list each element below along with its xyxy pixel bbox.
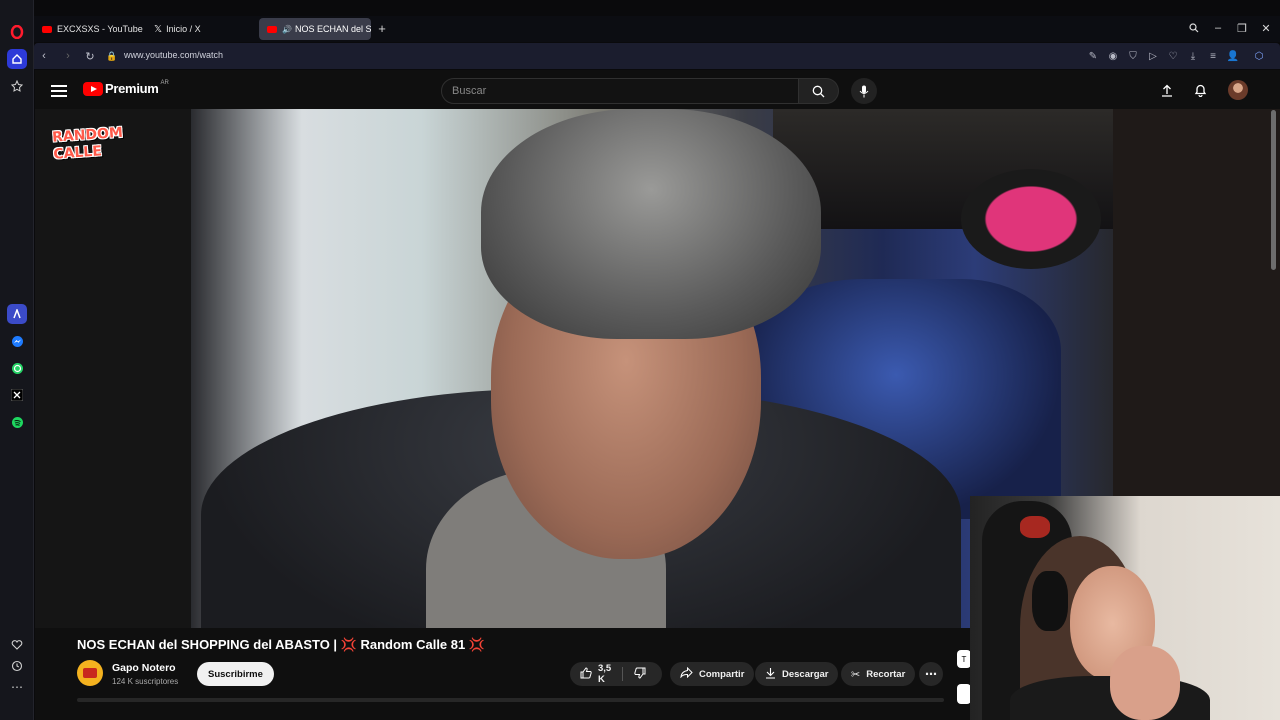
- messenger-icon[interactable]: [7, 331, 27, 351]
- user-avatar[interactable]: [1228, 80, 1248, 100]
- youtube-premium-logo[interactable]: Premium AR: [83, 79, 169, 96]
- search-input[interactable]: Buscar: [441, 78, 799, 104]
- restore-icon[interactable]: ❐: [1234, 20, 1250, 36]
- download-icon[interactable]: ⤓: [1186, 49, 1200, 63]
- share-label: Compartir: [699, 668, 745, 680]
- new-tab-plus-icon[interactable]: +: [374, 20, 390, 36]
- whatsapp-icon[interactable]: [7, 358, 27, 378]
- tab-active-video[interactable]: 🔊 NOS ECHAN del SHOP: [259, 18, 371, 40]
- scissors-icon: ✂: [851, 668, 861, 681]
- download-label: Descargar: [782, 668, 829, 680]
- subscriber-count: 124 K suscriptores: [112, 677, 179, 686]
- menu-list-icon[interactable]: ≡: [1206, 49, 1220, 63]
- channel-name[interactable]: Gapo Notero: [112, 662, 176, 674]
- video-pink-spool: [961, 169, 1101, 269]
- player-icon[interactable]: ▷: [1146, 49, 1160, 63]
- speaker-icon[interactable]: 🔊: [282, 25, 292, 34]
- tab-youtube[interactable]: EXCXSXS - YouTube: [34, 18, 144, 40]
- forward-icon[interactable]: ›: [60, 48, 76, 64]
- close-icon[interactable]: ✕: [1258, 20, 1274, 36]
- tab-bar: EXCXSXS - YouTube 𝕏 Inicio / X 🔊 NOS ECH…: [34, 16, 1280, 42]
- more-actions-button[interactable]: ⋯: [919, 662, 943, 686]
- page-scrollbar[interactable]: [1271, 110, 1276, 270]
- download-arrow-icon: [765, 667, 776, 682]
- share-button[interactable]: Compartir: [670, 662, 755, 686]
- tab-label: Inicio / X: [166, 24, 201, 34]
- tab-label: EXCXSXS - YouTube: [57, 24, 143, 34]
- logo-text: Premium: [105, 81, 159, 96]
- youtube-favicon-icon: [267, 25, 277, 33]
- spotify-icon[interactable]: [7, 412, 27, 432]
- opera-logo-icon[interactable]: [7, 22, 27, 42]
- tab-label: NOS ECHAN del SHOP: [294, 24, 371, 34]
- aria-icon[interactable]: [7, 304, 27, 324]
- screen: ⋯ EXCXSXS - YouTube 𝕏 Inicio / X 🔊 NOS E…: [0, 0, 1280, 720]
- chair-logo: [1020, 516, 1050, 538]
- notifications-bell-icon[interactable]: [1192, 82, 1208, 98]
- below-video-bar: [77, 698, 944, 702]
- reload-icon[interactable]: ↻: [82, 48, 98, 64]
- like-thumb-icon[interactable]: [580, 666, 592, 682]
- heart-outline-icon[interactable]: ♡: [1166, 49, 1180, 63]
- address-bar: ‹ › ↻ 🔒 www.youtube.com/watch ✎ ◉ ⛉ ▷ ♡ …: [34, 43, 1280, 69]
- upload-icon[interactable]: [1159, 82, 1175, 98]
- like-dislike-group: 3,5 K: [570, 662, 662, 686]
- clip-button[interactable]: ✂ Recortar: [841, 662, 916, 686]
- more-horizontal-icon: ⋯: [925, 667, 937, 681]
- download-button[interactable]: Descargar: [755, 662, 839, 686]
- youtube-play-icon: [83, 81, 103, 96]
- profile-icon[interactable]: 👤: [1226, 49, 1240, 63]
- like-divider: [622, 667, 623, 681]
- streamer-hand: [1110, 646, 1180, 720]
- history-clock-icon[interactable]: [7, 656, 27, 676]
- tab-search-icon[interactable]: [1186, 20, 1202, 36]
- youtube-favicon-icon: [42, 25, 52, 33]
- edit-icon[interactable]: ✎: [1086, 49, 1100, 63]
- bookmarks-star-icon[interactable]: [7, 76, 27, 96]
- opera-sidebar: ⋯: [0, 0, 34, 720]
- shield-icon[interactable]: ⛉: [1126, 49, 1140, 63]
- lock-icon: 🔒: [106, 50, 118, 61]
- side-badge[interactable]: T: [957, 650, 971, 668]
- headset: [1032, 571, 1068, 631]
- video-left-blur: [35, 109, 191, 628]
- hamburger-menu-icon[interactable]: [51, 82, 67, 98]
- side-badge-2[interactable]: [957, 684, 971, 704]
- subscribe-button[interactable]: Suscribirme: [197, 662, 274, 686]
- like-count[interactable]: 3,5 K: [598, 663, 614, 685]
- home-icon[interactable]: [7, 49, 27, 69]
- search-button[interactable]: [799, 78, 839, 104]
- search-icon: [812, 85, 825, 97]
- tab-x[interactable]: 𝕏 Inicio / X: [146, 18, 256, 40]
- country-code: AR: [160, 79, 169, 86]
- x-twitter-icon[interactable]: [7, 385, 27, 405]
- voice-search-mic-icon[interactable]: [851, 78, 877, 104]
- extensions-icon[interactable]: ⬡: [1252, 49, 1266, 63]
- x-favicon-icon: 𝕏: [154, 23, 163, 35]
- more-dots-icon[interactable]: ⋯: [7, 677, 27, 697]
- share-arrow-icon: [680, 666, 693, 681]
- video-hair: [481, 109, 821, 339]
- minimize-icon[interactable]: –: [1210, 20, 1226, 36]
- url-field[interactable]: www.youtube.com/watch: [124, 50, 223, 60]
- clip-label: Recortar: [866, 668, 906, 680]
- dislike-thumb-icon[interactable]: [634, 667, 646, 682]
- streamer-webcam: [970, 496, 1280, 720]
- heart-icon[interactable]: [7, 635, 27, 655]
- video-title: NOS ECHAN del SHOPPING del ABASTO | 💢 Ra…: [77, 637, 486, 652]
- back-icon[interactable]: ‹: [36, 48, 52, 64]
- random-calle-watermark: RANDOM CALLE: [51, 124, 124, 163]
- channel-avatar[interactable]: [77, 660, 103, 686]
- camera-icon[interactable]: ◉: [1106, 49, 1120, 63]
